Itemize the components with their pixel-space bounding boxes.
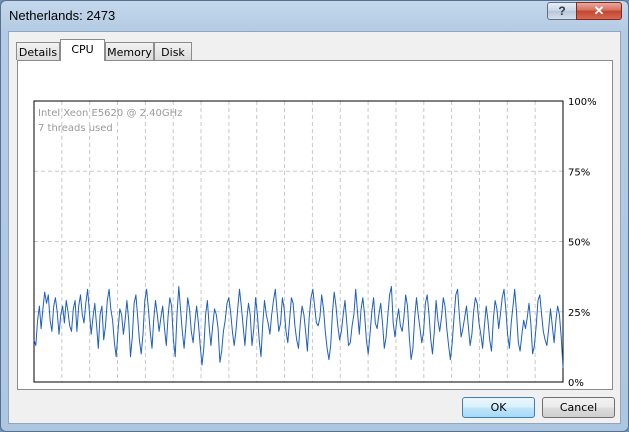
close-button[interactable]: ✕ (576, 2, 622, 20)
y-tick-label: 50% (568, 238, 590, 249)
window-title: Netherlands: 2473 (9, 8, 116, 23)
cpu-usage-chart: Intel Xeon E5620 @ 2.40GHz 7 threads use… (33, 97, 597, 389)
cancel-button[interactable]: Cancel (542, 397, 615, 418)
tab-memory[interactable]: Memory (105, 42, 154, 60)
dialog-client-area: Details CPU Memory Disk Intel Xeon E5620… (8, 31, 621, 424)
tab-details[interactable]: Details (16, 42, 60, 60)
threads-used: 7 threads used (38, 123, 113, 134)
tab-label: Details (18, 46, 58, 59)
help-icon: ? (558, 4, 566, 18)
dialog-window: Netherlands: 2473 ? ✕ Details CPU Memory… (0, 0, 629, 432)
y-tick-label: 25% (568, 308, 590, 319)
close-icon: ✕ (593, 3, 605, 18)
tab-label: Memory (107, 46, 152, 59)
y-tick-label: 100% (568, 97, 597, 108)
processor-name: Intel Xeon E5620 @ 2.40GHz (38, 108, 182, 119)
ok-button[interactable]: OK (462, 397, 535, 418)
tab-label: Disk (161, 46, 185, 59)
cpu-usage-line (33, 286, 564, 368)
cpu-tab-panel: Intel Xeon E5620 @ 2.40GHz 7 threads use… (17, 60, 613, 390)
title-bar[interactable]: Netherlands: 2473 ? ✕ (1, 1, 628, 31)
help-button[interactable]: ? (547, 2, 577, 20)
tab-disk[interactable]: Disk (154, 42, 192, 60)
y-tick-label: 75% (568, 167, 590, 178)
y-axis-ticks: 100% 75% 50% 25% 0% (568, 97, 597, 389)
tab-label: CPU (71, 43, 94, 56)
y-tick-label: 0% (568, 378, 584, 389)
cpu-series (33, 286, 564, 368)
tab-cpu[interactable]: CPU (60, 39, 105, 61)
